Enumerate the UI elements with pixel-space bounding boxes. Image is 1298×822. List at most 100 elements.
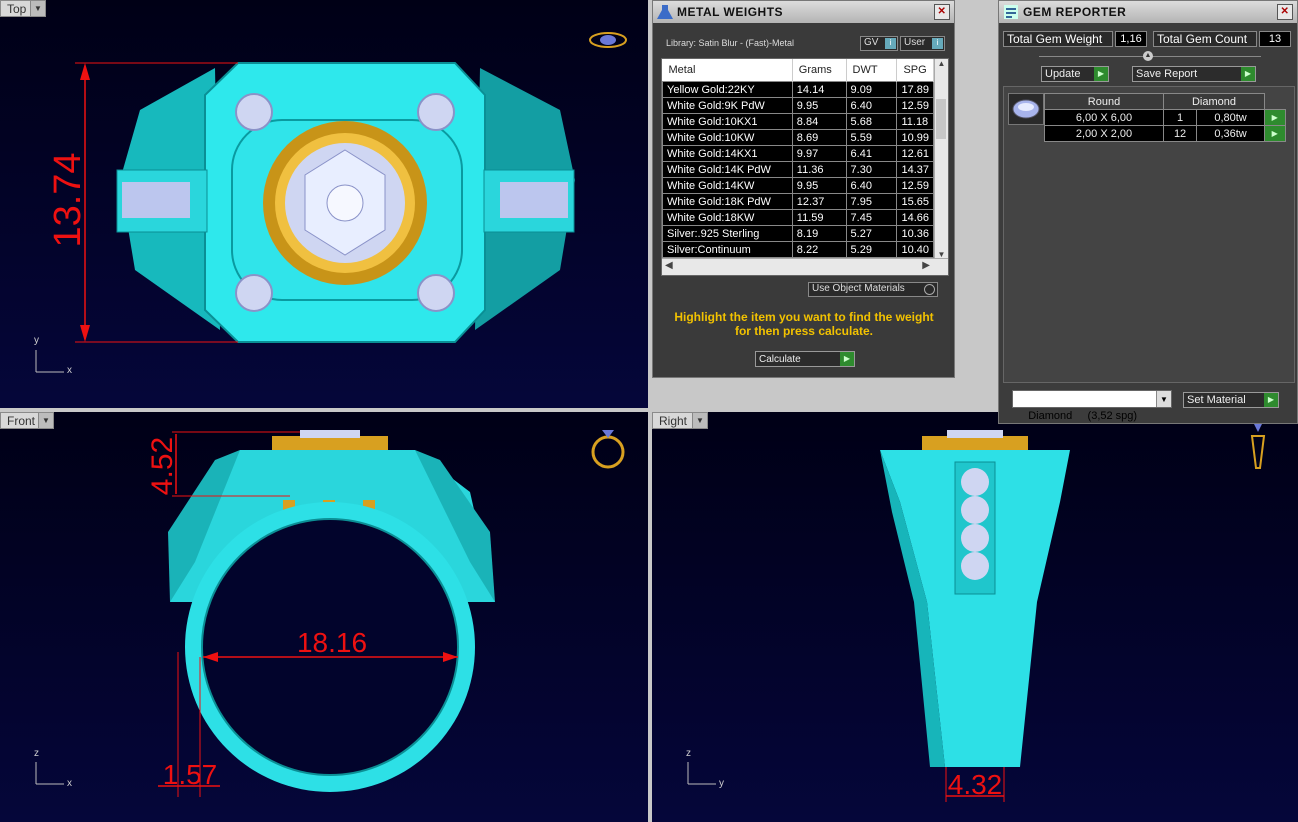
dwt-cell: 5.27 [845,225,898,242]
save-report-button[interactable]: Save Report ▶ [1132,66,1256,82]
set-material-button[interactable]: Set Material ▶ [1183,392,1279,408]
chevron-down-icon[interactable]: ▼ [30,1,45,16]
play-icon: ▶ [1264,393,1278,407]
close-icon[interactable]: ✕ [934,4,950,20]
spg-cell: 14.66 [896,209,934,226]
metal-weights-title: METAL WEIGHTS [677,5,784,19]
total-gem-count-value: 13 [1259,31,1291,47]
metal-row[interactable]: White Gold:18K PdW 12.37 7.95 15.65 [662,193,934,210]
calculate-button[interactable]: Calculate ▶ [755,351,855,367]
spg-cell: 12.59 [896,97,934,114]
viewport-top-tab[interactable]: Top ▼ [0,0,46,17]
material-select[interactable]: Diamond (3,52 spg) ▼ [1012,390,1172,422]
metal-table-header: Metal Grams DWT SPG [662,59,934,82]
axis-x-label: x [67,365,72,376]
metal-name-cell: White Gold:14K PdW [662,161,793,178]
dwt-cell: 5.29 [845,241,898,258]
viewport-front[interactable]: 4.52 18.16 1.57 z x Front ▼ [0,412,648,822]
metal-row[interactable]: Yellow Gold:22KY 14.14 9.09 17.89 [662,81,934,98]
gem-size-cell: 6,00 X 6,00 [1044,109,1164,126]
grams-cell: 11.59 [791,209,847,226]
viewport-right-tab[interactable]: Right ▼ [652,412,708,429]
collapse-icon[interactable]: ▲ [1143,51,1153,61]
gv-toggle[interactable]: GV i [860,36,898,51]
chevron-down-icon[interactable]: ▼ [1156,391,1171,407]
metal-table[interactable]: Metal Grams DWT SPG Yellow Gold:22KY 14.1… [661,58,949,276]
dim-front-band: 1.57 [163,759,218,790]
axis-x-label: x [67,778,72,789]
col-grams[interactable]: Grams [792,59,847,82]
play-icon[interactable]: ▶ [1264,109,1286,126]
metal-row[interactable]: White Gold:18KW 11.59 7.45 14.66 [662,209,934,226]
dwt-cell: 7.30 [845,161,898,178]
grams-cell: 8.19 [791,225,847,242]
dwt-cell: 6.40 [845,97,898,114]
metal-name-cell: Silver:Continuum [662,241,793,258]
dim-right-band: 4.32 [948,769,1003,800]
total-gem-weight-label: Total Gem Weight [1003,31,1113,47]
chevron-down-icon[interactable]: ▼ [38,413,53,428]
metal-name-cell: White Gold:18KW [662,209,793,226]
total-gem-weight-value: 1,16 [1115,31,1147,47]
metal-row[interactable]: White Gold:14KX1 9.97 6.41 12.61 [662,145,934,162]
grams-cell: 8.69 [791,129,847,146]
metal-name-cell: White Gold:9K PdW [662,97,793,114]
info-icon: i [932,38,943,49]
grams-cell: 11.36 [791,161,847,178]
grams-cell: 8.84 [791,113,847,130]
save-report-label: Save Report [1136,68,1198,80]
metal-table-vscroll[interactable]: ▲ ▼ [934,59,948,259]
scroll-right-icon[interactable]: ▶ [922,260,930,271]
grams-cell: 8.22 [791,241,847,258]
col-metal[interactable]: Metal [662,59,793,82]
play-icon: ▶ [840,352,854,366]
metal-name-cell: White Gold:10KX1 [662,113,793,130]
metal-row[interactable]: White Gold:10KX1 8.84 5.68 11.18 [662,113,934,130]
scroll-left-icon[interactable]: ◀ [665,260,673,271]
metal-table-hscroll[interactable]: ◀ ▶ [662,258,948,275]
metal-row[interactable]: White Gold:14K PdW 11.36 7.30 14.37 [662,161,934,178]
gem-row[interactable]: 2,00 X 2,00 12 0,36tw ▶ [1044,125,1286,142]
right-view-scene: 4.32 [687,430,1070,802]
viewport-front-tab[interactable]: Front ▼ [0,412,54,429]
total-gem-count-label: Total Gem Count [1153,31,1257,47]
close-icon[interactable]: ✕ [1277,4,1293,20]
gem-size-cell: 2,00 X 2,00 [1044,125,1164,142]
scroll-thumb[interactable] [936,99,946,139]
gem-reporter-title: GEM REPORTER [1023,5,1127,19]
grams-cell: 9.97 [791,145,847,162]
metal-weights-titlebar: METAL WEIGHTS ✕ [653,1,954,23]
metal-name-cell: White Gold:14KW [662,177,793,194]
use-object-materials-button[interactable]: Use Object Materials [808,282,938,297]
spg-cell: 14.37 [896,161,934,178]
calculate-label: Calculate [759,353,801,365]
radio-icon [924,284,935,295]
grams-cell: 12.37 [791,193,847,210]
metal-weights-panel: METAL WEIGHTS ✕ Library: Satin Blur - (F… [652,0,955,378]
viewport-right[interactable]: 4.32 z y Right ▼ [652,412,1298,822]
play-icon[interactable]: ▶ [1264,125,1286,142]
metal-row[interactable]: Silver:.925 Sterling 8.19 5.27 10.36 [662,225,934,242]
col-dwt[interactable]: DWT [846,59,898,82]
viewport-front-label: Front [7,413,36,428]
scroll-up-icon[interactable]: ▲ [935,59,948,68]
grams-cell: 14.14 [791,81,847,98]
dim-front-inner: 18.16 [297,627,367,658]
user-toggle[interactable]: User i [900,36,945,51]
spg-cell: 10.36 [896,225,934,242]
metal-name-cell: Yellow Gold:22KY [662,81,793,98]
metal-row[interactable]: White Gold:9K PdW 9.95 6.40 12.59 [662,97,934,114]
update-button[interactable]: Update ▶ [1041,66,1109,82]
viewport-top[interactable]: 13.74 y x Top ▼ [0,0,648,408]
metal-row[interactable]: Silver:Continuum 8.22 5.29 10.40 [662,241,934,258]
report-icon [999,1,1023,23]
col-spg[interactable]: SPG [896,59,934,82]
metal-row[interactable]: White Gold:10KW 8.69 5.59 10.99 [662,129,934,146]
grams-cell: 9.95 [791,97,847,114]
gem-weight-cell: 0,36tw [1196,125,1265,142]
ring-front-view-icon [591,430,625,469]
gem-row[interactable]: 6,00 X 6,00 1 0,80tw ▶ [1044,109,1286,126]
gem-top-view-icon [589,32,627,48]
metal-row[interactable]: White Gold:14KW 9.95 6.40 12.59 [662,177,934,194]
chevron-down-icon[interactable]: ▼ [692,413,707,428]
